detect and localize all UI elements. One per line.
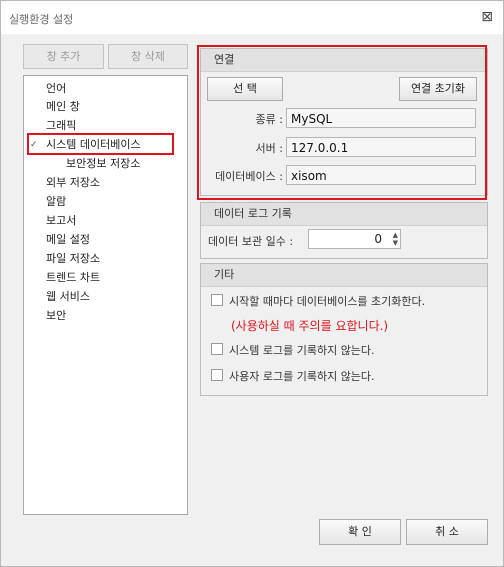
server-field[interactable]: 127.0.0.1 bbox=[286, 137, 476, 157]
tree-item-graphics[interactable]: 그래픽 bbox=[46, 117, 76, 135]
window-title: 실행환경 설정 bbox=[9, 13, 74, 26]
type-label: 종류 : bbox=[255, 113, 283, 126]
connection-header: 연결 bbox=[201, 49, 487, 72]
delete-window-button[interactable]: 창 삭제 bbox=[108, 44, 188, 69]
init-db-label[interactable]: 시작할 때마다 데이터베이스를 초기화한다. bbox=[229, 293, 425, 309]
datalog-panel: 데이터 로그 기록 데이터 보관 일수 : 0 ▲ ▼ bbox=[200, 202, 488, 259]
tree-item-mail-settings[interactable]: 메일 설정 bbox=[46, 231, 90, 249]
chevron-down-icon[interactable]: ✓ bbox=[30, 140, 38, 150]
no-user-log-checkbox[interactable] bbox=[211, 369, 223, 381]
no-user-log-label[interactable]: 사용자 로그를 기록하지 않는다. bbox=[229, 368, 375, 384]
tree-item-security-storage[interactable]: 보안정보 저장소 bbox=[66, 155, 140, 173]
no-system-log-label[interactable]: 시스템 로그를 기록하지 않는다. bbox=[229, 342, 375, 358]
tree-item-security[interactable]: 보안 bbox=[46, 307, 66, 325]
add-window-button[interactable]: 창 추가 bbox=[23, 44, 104, 69]
misc-panel: 기타 시작할 때마다 데이터베이스를 초기화한다. (사용하실 때 주의를 요합… bbox=[200, 263, 488, 396]
no-system-log-checkbox[interactable] bbox=[211, 343, 223, 355]
retention-days-value: 0 bbox=[374, 232, 382, 246]
tree-item-system-database[interactable]: 시스템 데이터베이스 bbox=[46, 136, 141, 154]
connection-panel: 연결 선 택 연결 초기화 종류 : MySQL 서버 : 127.0.0.1 … bbox=[200, 48, 488, 196]
settings-tree: 언어 메인 창 그래픽 ✓ 시스템 데이터베이스 보안정보 저장소 외부 저장소… bbox=[23, 75, 188, 515]
server-label: 서버 : bbox=[255, 142, 283, 155]
tree-item-alarm[interactable]: 알람 bbox=[46, 193, 66, 211]
warning-text: (사용하실 때 주의를 요합니다.) bbox=[231, 319, 389, 333]
close-icon[interactable]: ⊠ bbox=[481, 9, 493, 25]
type-field[interactable]: MySQL bbox=[286, 108, 476, 128]
datalog-header: 데이터 로그 기록 bbox=[201, 203, 487, 226]
tree-item-main-window[interactable]: 메인 창 bbox=[46, 98, 80, 116]
settings-dialog: 실행환경 설정 ⊠ 창 추가 창 삭제 언어 메인 창 그래픽 ✓ 시스템 데이… bbox=[0, 0, 504, 567]
reset-connection-button[interactable]: 연결 초기화 bbox=[399, 77, 477, 101]
tree-item-file-storage[interactable]: 파일 저장소 bbox=[46, 250, 100, 268]
tree-item-report[interactable]: 보고서 bbox=[46, 212, 76, 230]
retention-days-label: 데이터 보관 일수 : bbox=[208, 235, 294, 248]
misc-header: 기타 bbox=[201, 264, 487, 287]
spinner-arrows-icon[interactable]: ▲ ▼ bbox=[393, 231, 398, 247]
database-label: 데이터베이스 : bbox=[215, 170, 283, 183]
title-bar: 실행환경 설정 ⊠ bbox=[1, 1, 503, 34]
cancel-button[interactable]: 취 소 bbox=[406, 519, 488, 545]
database-field[interactable]: xisom bbox=[286, 165, 476, 185]
select-button[interactable]: 선 택 bbox=[207, 77, 283, 101]
tree-item-web-service[interactable]: 웹 서비스 bbox=[46, 288, 90, 306]
tree-item-language[interactable]: 언어 bbox=[46, 80, 66, 98]
tree-item-external-storage[interactable]: 외부 저장소 bbox=[46, 174, 100, 192]
tree-item-trend-chart[interactable]: 트렌드 차트 bbox=[46, 269, 100, 287]
ok-button[interactable]: 확 인 bbox=[319, 519, 401, 545]
retention-days-input[interactable]: 0 ▲ ▼ bbox=[308, 229, 401, 249]
init-db-checkbox[interactable] bbox=[211, 294, 223, 306]
